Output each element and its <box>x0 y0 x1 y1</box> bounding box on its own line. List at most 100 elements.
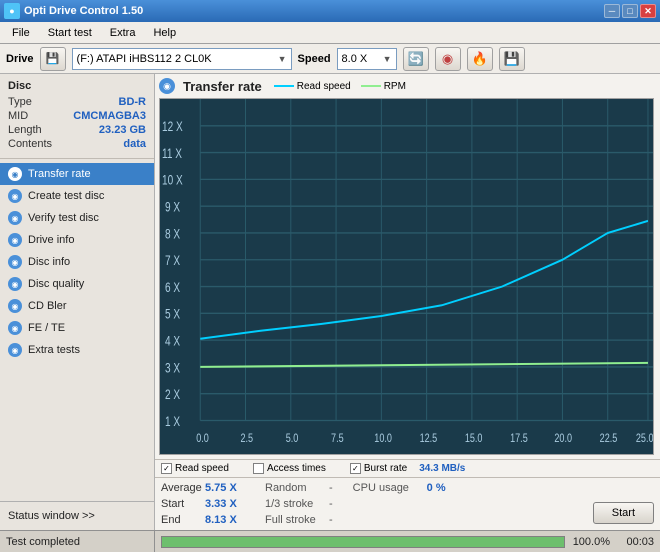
content-area: ◉ Transfer rate Read speed RPM <box>155 74 660 530</box>
length-label: Length <box>8 124 42 136</box>
burn-button[interactable]: 🔥 <box>467 47 493 71</box>
status-window-label: Status window >> <box>8 510 95 522</box>
drive-icon-btn[interactable]: 💾 <box>40 47 66 71</box>
checkbox-read-speed[interactable]: ✓ Read speed <box>161 463 229 474</box>
full-stroke-label: Full stroke <box>265 514 325 526</box>
chart-container: ◉ Transfer rate Read speed RPM <box>155 74 660 459</box>
svg-text:25.0 GB: 25.0 GB <box>636 432 653 446</box>
checkbox-access-times-label: Access times <box>267 463 326 474</box>
svg-text:15.0: 15.0 <box>465 432 483 446</box>
nav-drive-info[interactable]: ◉ Drive info <box>0 229 154 251</box>
menu-extra[interactable]: Extra <box>102 25 144 41</box>
title-bar: ● Opti Drive Control 1.50 ─ □ ✕ <box>0 0 660 22</box>
nav-icon-fe-te: ◉ <box>8 321 22 335</box>
nav-disc-info[interactable]: ◉ Disc info <box>0 251 154 273</box>
checkbox-access-times-box[interactable] <box>253 463 264 474</box>
contents-value: data <box>123 138 146 150</box>
main-layout: Disc Type BD-R MID CMCMAGBA3 Length 23.2… <box>0 74 660 530</box>
status-window-button[interactable]: Status window >> <box>0 506 154 526</box>
legend-rpm: RPM <box>361 81 406 92</box>
nav-icon-transfer-rate: ◉ <box>8 167 22 181</box>
disc-section: Disc Type BD-R MID CMCMAGBA3 Length 23.2… <box>0 74 154 159</box>
chart-svg: 12 X 11 X 10 X 9 X 8 X 7 X 6 X 5 X 4 X 3… <box>160 99 653 454</box>
svg-text:11 X: 11 X <box>162 146 182 162</box>
nav-label-cd-bler: CD Bler <box>28 300 67 312</box>
svg-text:12 X: 12 X <box>162 119 183 135</box>
progress-bar-bg <box>161 536 565 548</box>
minimize-button[interactable]: ─ <box>604 4 620 18</box>
nav-disc-quality[interactable]: ◉ Disc quality <box>0 273 154 295</box>
close-button[interactable]: ✕ <box>640 4 656 18</box>
app-title: Opti Drive Control 1.50 <box>24 5 143 17</box>
progress-percent: 100.0% <box>573 536 610 548</box>
chart-header: ◉ Transfer rate Read speed RPM <box>159 78 654 94</box>
menu-file[interactable]: File <box>4 25 38 41</box>
save-button[interactable]: 💾 <box>499 47 525 71</box>
start-button[interactable]: Start <box>593 502 654 524</box>
maximize-button[interactable]: □ <box>622 4 638 18</box>
average-row: Average 5.75 X <box>161 482 245 494</box>
eject-button[interactable]: ◉ <box>435 47 461 71</box>
cpu-row: CPU usage 0 % <box>353 482 573 494</box>
progress-bar-fill <box>162 537 564 547</box>
svg-text:8 X: 8 X <box>165 226 180 242</box>
elapsed-time: 00:03 <box>618 536 654 548</box>
drive-select-arrow: ▼ <box>278 54 287 64</box>
nav-label-disc-info: Disc info <box>28 256 70 268</box>
svg-text:2 X: 2 X <box>165 387 180 403</box>
nav-label-drive-info: Drive info <box>28 234 74 246</box>
chart-legend: Read speed RPM <box>274 81 406 92</box>
svg-text:2.5: 2.5 <box>240 432 253 446</box>
nav-label-transfer-rate: Transfer rate <box>28 168 91 180</box>
start-label: Start <box>161 498 201 510</box>
nav-icon-create-test-disc: ◉ <box>8 189 22 203</box>
svg-text:22.5: 22.5 <box>600 432 618 446</box>
chart-title: Transfer rate <box>183 79 262 94</box>
status-section: Status window >> <box>0 501 154 530</box>
nav-items: ◉ Transfer rate ◉ Create test disc ◉ Ver… <box>0 159 154 501</box>
chart-title-icon: ◉ <box>159 78 175 94</box>
checkbox-read-speed-box[interactable]: ✓ <box>161 463 172 474</box>
checkbox-burst-rate[interactable]: ✓ Burst rate <box>350 463 407 474</box>
nav-transfer-rate[interactable]: ◉ Transfer rate <box>0 163 154 185</box>
end-value: 8.13 X <box>205 514 245 526</box>
svg-text:5 X: 5 X <box>165 306 180 322</box>
start-value: 3.33 X <box>205 498 245 510</box>
menu-help[interactable]: Help <box>145 25 184 41</box>
nav-create-test-disc[interactable]: ◉ Create test disc <box>0 185 154 207</box>
burst-rate-value: 34.3 MB/s <box>419 463 465 474</box>
nav-verify-test-disc[interactable]: ◉ Verify test disc <box>0 207 154 229</box>
nav-icon-disc-info: ◉ <box>8 255 22 269</box>
drive-select[interactable]: (F:) ATAPI iHBS112 2 CL0K ▼ <box>72 48 292 70</box>
refresh-button[interactable]: 🔄 <box>403 47 429 71</box>
nav-fe-te[interactable]: ◉ FE / TE <box>0 317 154 339</box>
legend-color-read-speed <box>274 85 294 87</box>
speed-select[interactable]: 8.0 X ▼ <box>337 48 397 70</box>
drive-label: Drive <box>6 53 34 65</box>
menu-start-test[interactable]: Start test <box>40 25 100 41</box>
legend-read-speed: Read speed <box>274 81 351 92</box>
svg-text:17.5: 17.5 <box>510 432 528 446</box>
cpu-label: CPU usage <box>353 482 423 494</box>
checkbox-access-times[interactable]: Access times <box>253 463 326 474</box>
nav-icon-cd-bler: ◉ <box>8 299 22 313</box>
length-value: 23.23 GB <box>99 124 146 136</box>
contents-label: Contents <box>8 138 52 150</box>
random-row: Random - <box>265 482 333 494</box>
end-label: End <box>161 514 201 526</box>
nav-cd-bler[interactable]: ◉ CD Bler <box>0 295 154 317</box>
type-value: BD-R <box>119 96 147 108</box>
svg-text:7.5: 7.5 <box>331 432 344 446</box>
legend-label-read-speed: Read speed <box>297 81 351 92</box>
svg-text:6 X: 6 X <box>165 279 180 295</box>
checkbox-burst-rate-box[interactable]: ✓ <box>350 463 361 474</box>
nav-icon-verify-test-disc: ◉ <box>8 211 22 225</box>
nav-label-extra-tests: Extra tests <box>28 344 80 356</box>
nav-label-fe-te: FE / TE <box>28 322 65 334</box>
chart-wrapper: 12 X 11 X 10 X 9 X 8 X 7 X 6 X 5 X 4 X 3… <box>159 98 654 455</box>
end-row: End 8.13 X <box>161 514 245 526</box>
svg-text:3 X: 3 X <box>165 360 180 376</box>
data-col-2: Random - 1/3 stroke - Full stroke - <box>265 482 333 526</box>
stats-row: ✓ Read speed Access times ✓ Burst rate 3… <box>155 459 660 477</box>
nav-extra-tests[interactable]: ◉ Extra tests <box>0 339 154 361</box>
